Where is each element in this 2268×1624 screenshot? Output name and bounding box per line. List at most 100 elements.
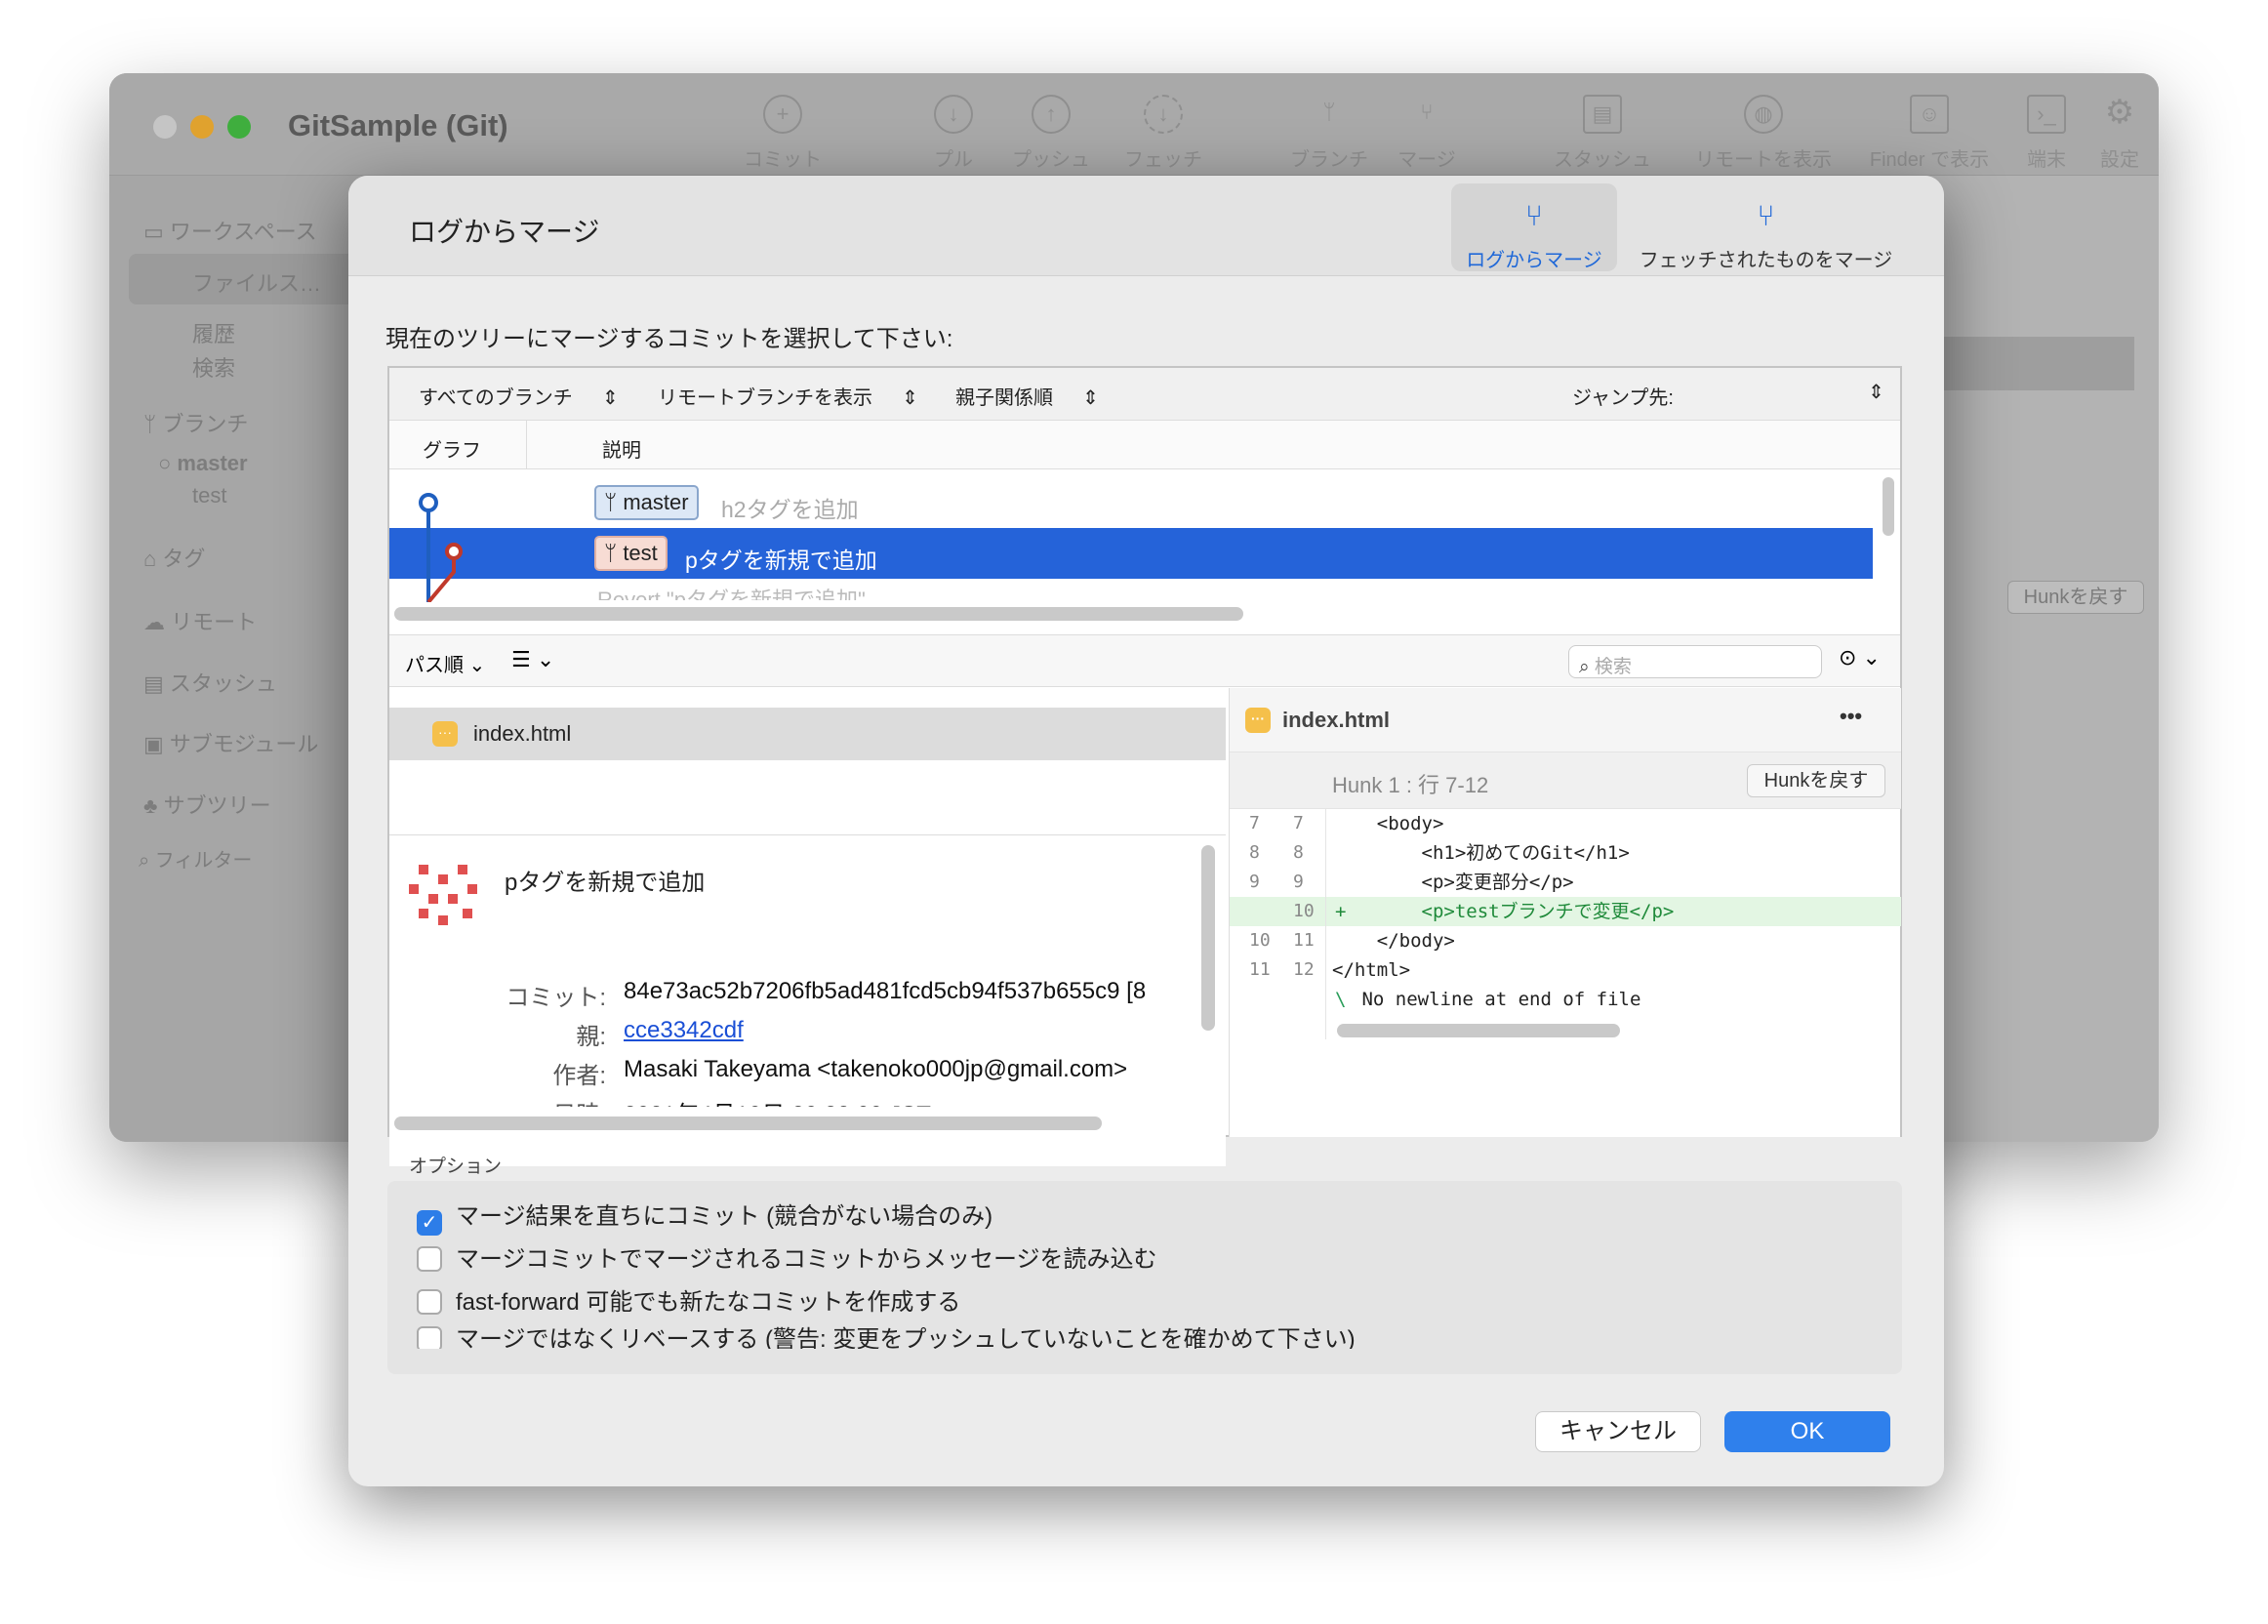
sidebar-item-master[interactable]: ○ master — [158, 451, 248, 476]
column-graph[interactable]: グラフ — [423, 434, 481, 463]
checkbox[interactable] — [417, 1326, 442, 1349]
option-rebase[interactable]: マージではなくリベースする (警告: 変更をプッシュしていないことを確かめて下さ… — [417, 1320, 1356, 1349]
date-row-clipped: 日時: 2021年4月19日 20:33:00 JST — [389, 1091, 1209, 1107]
tree-icon: ♣ — [143, 793, 164, 818]
more-options-button[interactable]: ⊙ ⌄ — [1839, 645, 1881, 670]
sort-select[interactable]: パス順 ⌄ — [405, 649, 485, 677]
checkbox-checked[interactable]: ✓ — [417, 1210, 442, 1236]
updown-chevron-icon: ⇕ — [601, 387, 619, 409]
diff-horizontal-scrollbar[interactable] — [1337, 1024, 1620, 1037]
window-toolbar: GitSample (Git) + コミット ↓ プル ↑ プッシュ ↓ フェッチ ᛘブ… — [109, 73, 2159, 176]
checkbox[interactable] — [417, 1246, 442, 1272]
diff-file-header: ··· index.html ••• — [1230, 688, 1901, 752]
branch-filter-select[interactable]: すべてのブランチ ⇕ — [419, 382, 619, 410]
parent-link[interactable]: cce3342cdf — [624, 1017, 744, 1044]
toolbar-terminal-button[interactable]: ›_ 端末 — [2017, 95, 2076, 172]
hunk-header: Hunk 1 : 行 7-12 Hunkを戻す — [1230, 752, 1901, 809]
sidebar-item-file-status[interactable]: ファイルス… — [192, 266, 321, 298]
diff-line: 88 <h1>初めてのGit</h1> — [1249, 842, 1630, 864]
merge-dialog: ログからマージ ⑂ ログからマージ ⑂ フェッチされたものをマージ 現在のツリー… — [348, 176, 1944, 1486]
sidebar-item-history[interactable]: 履歴 — [192, 317, 235, 348]
search-icon: ⌕ — [1579, 657, 1595, 677]
branch-badge-test: ᛘ test — [594, 536, 668, 571]
view-mode-button[interactable]: ☰ ⌄ — [511, 647, 554, 672]
more-icon[interactable]: ••• — [1840, 704, 1862, 729]
toolbar-merge-button[interactable]: ⑂ マージ — [1378, 95, 1476, 172]
toolbar-fetch-button[interactable]: ↓ フェッチ — [1114, 95, 1212, 172]
commit-message: Revert "pタグを新規で追加" — [597, 588, 866, 600]
branch-icon: ᛘ — [604, 541, 624, 565]
modified-file-icon: ··· — [432, 721, 458, 747]
sidebar-workspace[interactable]: ▭ ワークスペース — [143, 215, 317, 246]
ok-button[interactable]: OK — [1724, 1411, 1890, 1452]
tab-merge-from-log[interactable]: ⑂ ログからマージ — [1451, 183, 1617, 271]
commit-row-test-selected[interactable]: ᛘ test pタグを新規で追加 — [389, 528, 1873, 579]
merge-icon: ⑂ — [1420, 100, 1434, 124]
author-avatar — [409, 865, 477, 925]
toolbar-branch-button[interactable]: ᛘ ブランチ — [1280, 95, 1378, 172]
commit-hash: 84e73ac52b7206fb5ad481fcd5cb94f537b655c9… — [624, 978, 1147, 1004]
files-toolbar: パス順 ⌄ ☰ ⌄ ⌕ 検索 ⊙ ⌄ — [389, 634, 1900, 687]
branch-icon: ᛘ — [1322, 100, 1336, 124]
chevron-down-icon: ⌄ — [464, 655, 486, 676]
cancel-button[interactable]: キャンセル — [1535, 1411, 1701, 1452]
sidebar-stashes[interactable]: ▤ スタッシュ — [143, 667, 277, 698]
updown-chevron-icon: ⇕ — [1868, 382, 1884, 403]
order-select[interactable]: 親子関係順 ⇕ — [955, 382, 1099, 410]
hunk-revert-button[interactable]: Hunkを戻す — [1747, 764, 1885, 797]
sidebar-subtrees[interactable]: ♣ サブツリー — [143, 789, 271, 820]
commit-details: pタグを新規で追加 コミット: 84e73ac52b7206fb5ad481fc… — [389, 834, 1226, 1137]
column-description[interactable]: 説明 — [602, 434, 641, 463]
toolbar-show-remote-button[interactable]: ◍ リモートを表示 — [1685, 95, 1842, 172]
close-button[interactable] — [153, 115, 177, 139]
details-vertical-scrollbar[interactable] — [1201, 845, 1215, 1031]
search-input[interactable]: ⌕ 検索 — [1568, 645, 1822, 678]
toolbar-push-button[interactable]: ↑ プッシュ — [1002, 95, 1100, 172]
minimize-button[interactable] — [190, 115, 214, 139]
jump-to-select[interactable]: ⇕ — [1868, 380, 1884, 404]
merge-icon: ⑂ — [1757, 200, 1775, 232]
log-horizontal-scrollbar[interactable] — [394, 607, 1243, 621]
date-value: 2021年4月19日 20:33:00 JST — [624, 1095, 931, 1107]
sidebar-branches[interactable]: ᛘ ブランチ — [143, 407, 248, 438]
zoom-button[interactable] — [227, 115, 251, 139]
bg-hunk-revert-button[interactable]: Hunkを戻す — [2007, 581, 2144, 614]
terminal-icon: ›_ — [2027, 95, 2066, 134]
toolbar-stash-button[interactable]: ▤ スタッシュ — [1534, 95, 1671, 172]
toolbar-settings-button[interactable]: ⚙ 設定 — [2090, 95, 2149, 172]
toolbar-finder-button[interactable]: ☺ Finder で表示 — [1851, 95, 2007, 172]
file-item[interactable]: ··· index.html — [389, 708, 1226, 760]
sidebar-tags[interactable]: ⌂ タグ — [143, 542, 205, 573]
commit-message: pタグを新規で追加 — [685, 548, 877, 573]
log-vertical-scrollbar[interactable] — [1883, 477, 1894, 536]
diff-line: 77 <body> — [1249, 813, 1444, 834]
option-commit-immediately[interactable]: ✓ マージ結果を直ちにコミット (競合がない場合のみ) — [417, 1197, 992, 1236]
current-branch-icon: ○ — [158, 451, 178, 475]
parent-label: 親: — [576, 1024, 606, 1050]
gutter-divider — [1325, 809, 1326, 1039]
diff-line-added: 10 + <p>testブランチで変更</p> — [1230, 897, 1901, 926]
remote-branch-select[interactable]: リモートブランチを表示 ⇕ — [658, 382, 918, 410]
branch-icon: ᛘ — [604, 490, 624, 514]
option-no-fast-forward[interactable]: fast-forward 可能でも新たなコミットを作成する — [417, 1282, 960, 1317]
tab-merge-fetched[interactable]: ⑂ フェッチされたものをマージ — [1627, 183, 1905, 271]
options-label: オプション — [409, 1157, 503, 1177]
submodule-icon: ▣ — [143, 732, 170, 756]
sidebar-remotes[interactable]: ☁ リモート — [143, 605, 257, 636]
commit-row-master[interactable]: ᛘ master h2タグを追加 — [389, 477, 1873, 528]
merge-icon: ⑂ — [1525, 200, 1543, 232]
diff-code: 77 <body> 88 <h1>初めてのGit</h1> 99 <p>変更部分… — [1230, 809, 1901, 1053]
commit-row-revert[interactable]: Revert "pタグを新規で追加" — [389, 581, 1873, 600]
sidebar-submodules[interactable]: ▣ サブモジュール — [143, 727, 318, 758]
sidebar-filter[interactable]: ⌕ フィルター — [139, 844, 252, 873]
details-horizontal-scrollbar[interactable] — [394, 1116, 1102, 1130]
toolbar-commit-button[interactable]: + コミット — [734, 95, 831, 172]
sidebar-item-test[interactable]: test — [192, 483, 226, 508]
date-label: 日時: — [389, 1095, 606, 1107]
checkbox[interactable] — [417, 1289, 442, 1315]
dialog-header: ログからマージ ⑂ ログからマージ ⑂ フェッチされたものをマージ — [348, 176, 1944, 276]
toolbar-pull-button[interactable]: ↓ プル — [919, 95, 988, 172]
window-title: GitSample (Git) — [288, 108, 508, 142]
sidebar-item-search[interactable]: 検索 — [192, 351, 235, 383]
option-load-messages[interactable]: マージコミットでマージされるコミットからメッセージを読み込む — [417, 1239, 1157, 1274]
